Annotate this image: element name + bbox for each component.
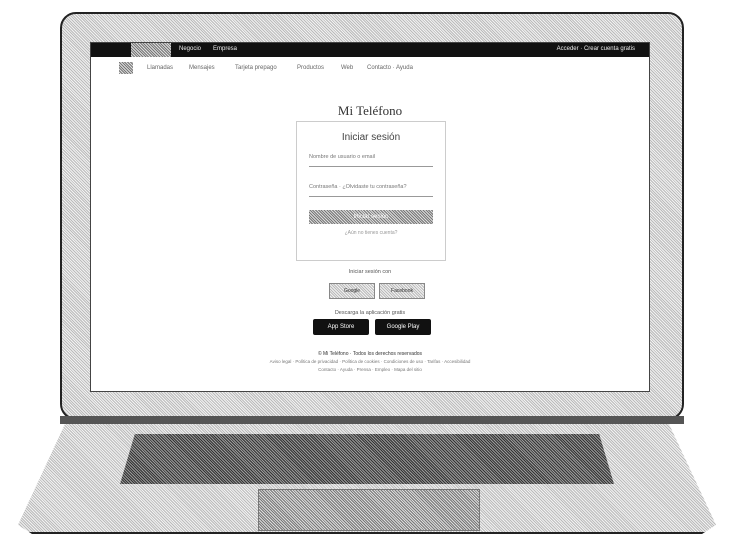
keyboard: [120, 434, 614, 484]
password-input[interactable]: Contraseña · ¿Olvidaste tu contraseña?: [309, 184, 433, 197]
username-input[interactable]: Nombre de usuario o email: [309, 154, 433, 167]
copyright-text: © Mi Teléfono · Todos los derechos reser…: [317, 351, 423, 357]
topbar-account-links[interactable]: Acceder · Crear cuenta gratis: [557, 46, 635, 52]
nav-item-web[interactable]: Web: [341, 65, 353, 71]
touchpad: [258, 489, 480, 531]
nav-item-products[interactable]: Productos: [297, 65, 324, 71]
google-login-button[interactable]: Google: [329, 283, 375, 299]
laptop-hinge: [60, 416, 684, 424]
footer-links[interactable]: Contacto · Ayuda · Prensa · Empleo · Map…: [91, 367, 649, 372]
nav-item-calls[interactable]: Llamadas: [147, 65, 173, 71]
login-button[interactable]: Iniciar sesión: [309, 210, 433, 224]
top-bar: Negocio Empresa Acceder · Crear cuenta g…: [91, 43, 649, 57]
google-play-button[interactable]: Google Play: [375, 319, 431, 335]
signup-link[interactable]: ¿Aún no tienes cuenta?: [297, 230, 445, 236]
main-nav: Llamadas Mensajes Tarjeta prepago Produc…: [91, 61, 649, 77]
download-label: Descarga la aplicación gratis: [334, 310, 406, 316]
logo: [131, 43, 171, 57]
nav-item-messages[interactable]: Mensajes: [189, 65, 215, 71]
login-card: Iniciar sesión Nombre de usuario o email…: [296, 121, 446, 261]
social-login-label: Iniciar sesión con: [348, 269, 392, 275]
nav-item-prepaid[interactable]: Tarjeta prepago: [235, 65, 277, 71]
topbar-link-business[interactable]: Negocio: [179, 46, 201, 52]
legal-links[interactable]: Aviso legal · Política de privacidad · P…: [91, 359, 649, 364]
home-icon[interactable]: [119, 62, 133, 74]
app-store-button[interactable]: App Store: [313, 319, 369, 335]
page-title: Mi Teléfono: [337, 103, 403, 118]
login-title: Iniciar sesión: [341, 132, 401, 143]
topbar-link-company[interactable]: Empresa: [213, 46, 237, 52]
browser-screen: Negocio Empresa Acceder · Crear cuenta g…: [90, 42, 650, 392]
nav-item-contact[interactable]: Contacto · Ayuda: [367, 65, 413, 71]
facebook-login-button[interactable]: Facebook: [379, 283, 425, 299]
